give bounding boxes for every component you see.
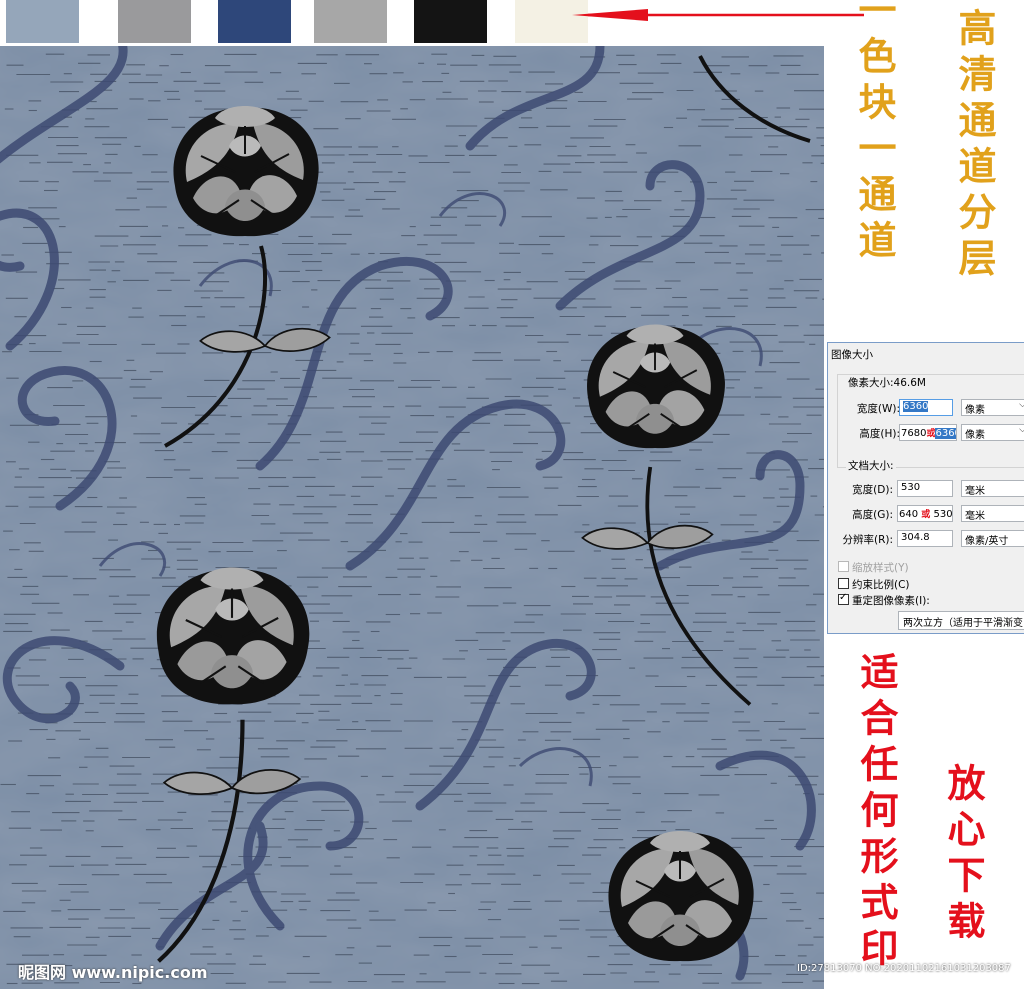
- annotation-safe-download: 放心下载: [941, 763, 986, 947]
- constrain-proportions-checkbox[interactable]: 约束比例(C): [838, 577, 910, 592]
- color-swatch-navy: [218, 0, 291, 43]
- document-size-label: 文档大小:: [846, 458, 896, 473]
- pattern-artwork: [0, 46, 824, 989]
- pixel-width-unit-select[interactable]: 像素 ⌵: [961, 399, 1024, 416]
- checkmark-icon: ✓: [839, 592, 848, 603]
- annotation-suitable-for-printing: 适合任何形式印: [854, 652, 899, 974]
- color-swatch-grey: [118, 0, 191, 43]
- chevron-down-icon: ⌵: [1019, 425, 1024, 435]
- scale-styles-checkbox[interactable]: 缩放样式(Y): [838, 560, 909, 575]
- annotation-hd-channel-layers: 高清通道分层: [952, 8, 997, 284]
- dialog-title: 图像大小: [831, 349, 873, 361]
- color-swatch-light-blue: [6, 0, 79, 43]
- width-label: 宽度(W):: [856, 403, 900, 415]
- pixel-width-field[interactable]: 6360: [899, 399, 953, 416]
- color-swatch-black: [414, 0, 487, 43]
- doc-height-label: 高度(G):: [852, 509, 893, 521]
- resolution-label: 分辨率(R):: [842, 534, 893, 546]
- resample-method-select[interactable]: 两次立方（适用于平滑渐变: [898, 611, 1024, 630]
- chevron-down-icon: ⌵: [1019, 400, 1024, 410]
- floral-pattern: [0, 46, 824, 989]
- pixel-height-field[interactable]: 7680或6360: [899, 424, 957, 441]
- flower-bottom-right: [607, 830, 755, 963]
- doc-width-unit-select[interactable]: 毫米: [961, 480, 1024, 497]
- doc-width-label: 宽度(D):: [852, 484, 893, 496]
- resample-image-checkbox[interactable]: ✓ 重定图像像素(I):: [838, 592, 930, 608]
- site-watermark: 昵图网 www.nipic.com: [18, 963, 208, 982]
- height-label: 高度(H):: [859, 428, 900, 440]
- doc-height-unit-select[interactable]: 毫米: [961, 505, 1024, 522]
- resolution-field[interactable]: 304.8: [897, 530, 953, 547]
- pixel-height-unit-select[interactable]: 像素 ⌵: [961, 424, 1024, 441]
- id-watermark: ID:27813070 NO:20201102161031203087: [797, 963, 1011, 974]
- resolution-unit-select[interactable]: 像素/英寸: [961, 530, 1024, 547]
- annotation-one-color-one-channel: 一色块一通道: [852, 0, 897, 266]
- doc-height-field[interactable]: 640 或 530: [897, 505, 953, 522]
- color-swatch-light-grey: [314, 0, 387, 43]
- image-size-dialog: 图像大小 像素大小:46.6M 宽度(W): 6360 像素 ⌵ 高度(H): 7…: [827, 342, 1024, 634]
- left-arrow-icon: [572, 9, 864, 21]
- pixel-size-label: 像素大小:46.6M: [846, 375, 928, 390]
- doc-width-field[interactable]: 530: [897, 480, 953, 497]
